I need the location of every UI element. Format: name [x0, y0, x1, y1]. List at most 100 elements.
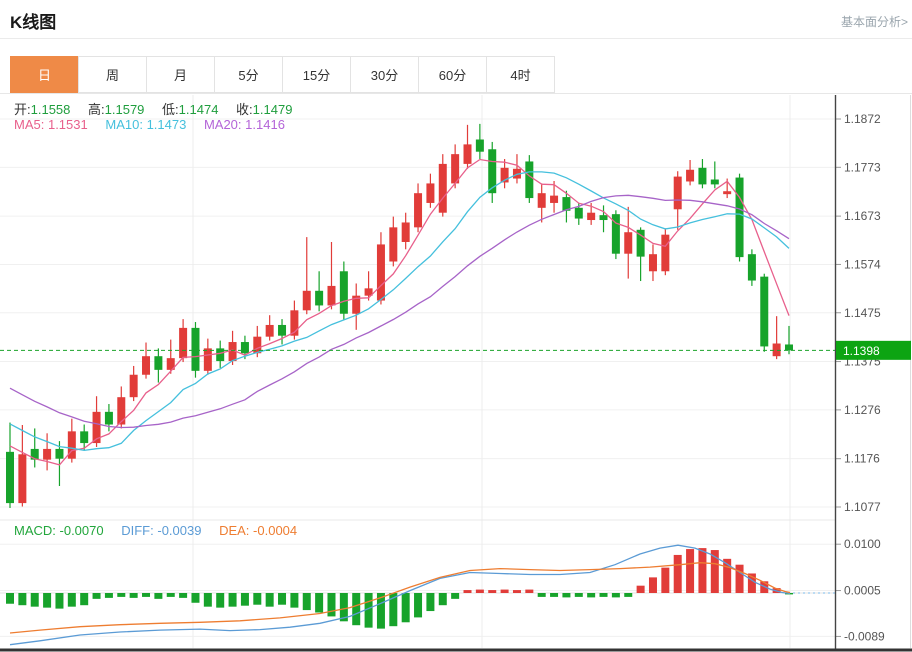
macd-bar: [6, 593, 14, 604]
macd-bar: [241, 593, 249, 606]
price-tick-label: 1.1773: [844, 160, 881, 174]
candle-body: [340, 271, 348, 313]
macd-bar: [278, 593, 286, 605]
macd-bar: [451, 593, 459, 599]
macd-bar: [402, 593, 410, 622]
low-label: 低:: [162, 102, 179, 117]
open-value: 1.1558: [31, 102, 71, 117]
macd-bar: [130, 593, 138, 598]
macd-bar: [303, 593, 311, 610]
candle-body: [315, 291, 323, 306]
bottom-border: [0, 649, 912, 652]
ma10-readout: MA10: 1.1473: [105, 117, 186, 132]
macd-bar: [315, 593, 323, 613]
candle-body: [439, 164, 447, 213]
diff-value-readout: DIFF: -0.0039: [121, 523, 201, 538]
macd-bar: [736, 565, 744, 593]
macd-bar: [68, 593, 76, 607]
candle-body: [55, 449, 63, 459]
candle-body: [414, 193, 422, 227]
macd-bar: [117, 593, 125, 597]
macd-bar: [562, 593, 570, 597]
close-label: 收:: [236, 102, 253, 117]
low-value: 1.1474: [179, 102, 219, 117]
tab-week[interactable]: 周: [78, 56, 147, 93]
macd-bar: [587, 593, 595, 597]
candle-body: [785, 344, 793, 350]
candle-body: [686, 170, 694, 182]
candle-body: [674, 177, 682, 210]
candle-body: [538, 193, 546, 208]
macd-bar: [426, 593, 434, 611]
candle-body: [105, 412, 113, 425]
macd-bar: [154, 593, 162, 599]
high-label: 高:: [88, 102, 105, 117]
candle-body: [711, 180, 719, 185]
tab-month[interactable]: 月: [146, 56, 215, 93]
candle-body: [402, 222, 410, 242]
ma5-line: [10, 160, 789, 465]
candle-body: [760, 277, 768, 347]
macd-bar: [575, 593, 583, 597]
macd-bar: [698, 548, 706, 593]
dea-line: [10, 563, 790, 633]
macd-bar: [525, 590, 533, 593]
macd-bar: [253, 593, 261, 605]
period-tabbar: 日 周 月 5分 15分 30分 60分 4时: [10, 56, 555, 93]
candle-body: [18, 454, 26, 503]
candle-body: [575, 208, 583, 219]
macd-bar: [513, 590, 521, 593]
candle-body: [327, 286, 335, 306]
macd-bar: [266, 593, 274, 607]
candle-body: [649, 254, 657, 271]
macd-bar: [204, 593, 212, 607]
macd-bar: [637, 586, 645, 593]
macd-bar: [600, 593, 608, 597]
candle-body: [550, 196, 558, 203]
candle-body: [154, 356, 162, 370]
macd-bar: [488, 590, 496, 593]
tab-5min[interactable]: 5分: [214, 56, 283, 93]
candle-body: [80, 431, 88, 443]
candle-body: [736, 178, 744, 258]
price-tick-label: 1.1673: [844, 209, 881, 223]
macd-bar: [43, 593, 51, 608]
macd-bar: [105, 593, 113, 598]
macd-bar: [31, 593, 39, 607]
candle-body: [476, 139, 484, 151]
macd-bar: [649, 577, 657, 593]
macd-bar: [55, 593, 63, 609]
price-tick-label: 1.1276: [844, 403, 881, 417]
current-price-badge-label: 1.1398: [843, 344, 880, 358]
macd-bar: [18, 593, 26, 605]
diff-line: [10, 545, 790, 645]
ma-readout: MA5: 1.1531 MA10: 1.1473 MA20: 1.1416: [14, 117, 299, 132]
macd-bar: [550, 593, 558, 597]
macd-bar: [142, 593, 150, 597]
macd-tick-label: 0.0005: [844, 584, 881, 598]
candle-body: [587, 213, 595, 220]
candle-body: [426, 183, 434, 203]
tab-30min[interactable]: 30分: [350, 56, 419, 93]
tab-day[interactable]: 日: [10, 56, 79, 93]
tab-60min[interactable]: 60分: [418, 56, 487, 93]
candle-body: [241, 342, 249, 353]
macd-value-readout: MACD: -0.0070: [14, 523, 104, 538]
tab-4hour[interactable]: 4时: [486, 56, 555, 93]
price-tick-label: 1.1077: [844, 500, 881, 514]
macd-bar: [612, 593, 620, 597]
candle-body: [698, 168, 706, 185]
kline-chart[interactable]: 1.18721.17731.16731.15741.14751.13751.12…: [0, 0, 912, 652]
macd-bar: [352, 593, 360, 625]
macd-bar: [167, 593, 175, 597]
macd-bar: [674, 555, 682, 593]
macd-tick-label: -0.0089: [844, 629, 885, 643]
candle-body: [303, 291, 311, 311]
candle-body: [130, 375, 138, 397]
macd-bar: [624, 593, 632, 597]
macd-bar: [179, 593, 187, 598]
candle-body: [179, 328, 187, 358]
price-tick-label: 1.1872: [844, 112, 881, 126]
macd-bar: [439, 593, 447, 605]
tab-15min[interactable]: 15分: [282, 56, 351, 93]
